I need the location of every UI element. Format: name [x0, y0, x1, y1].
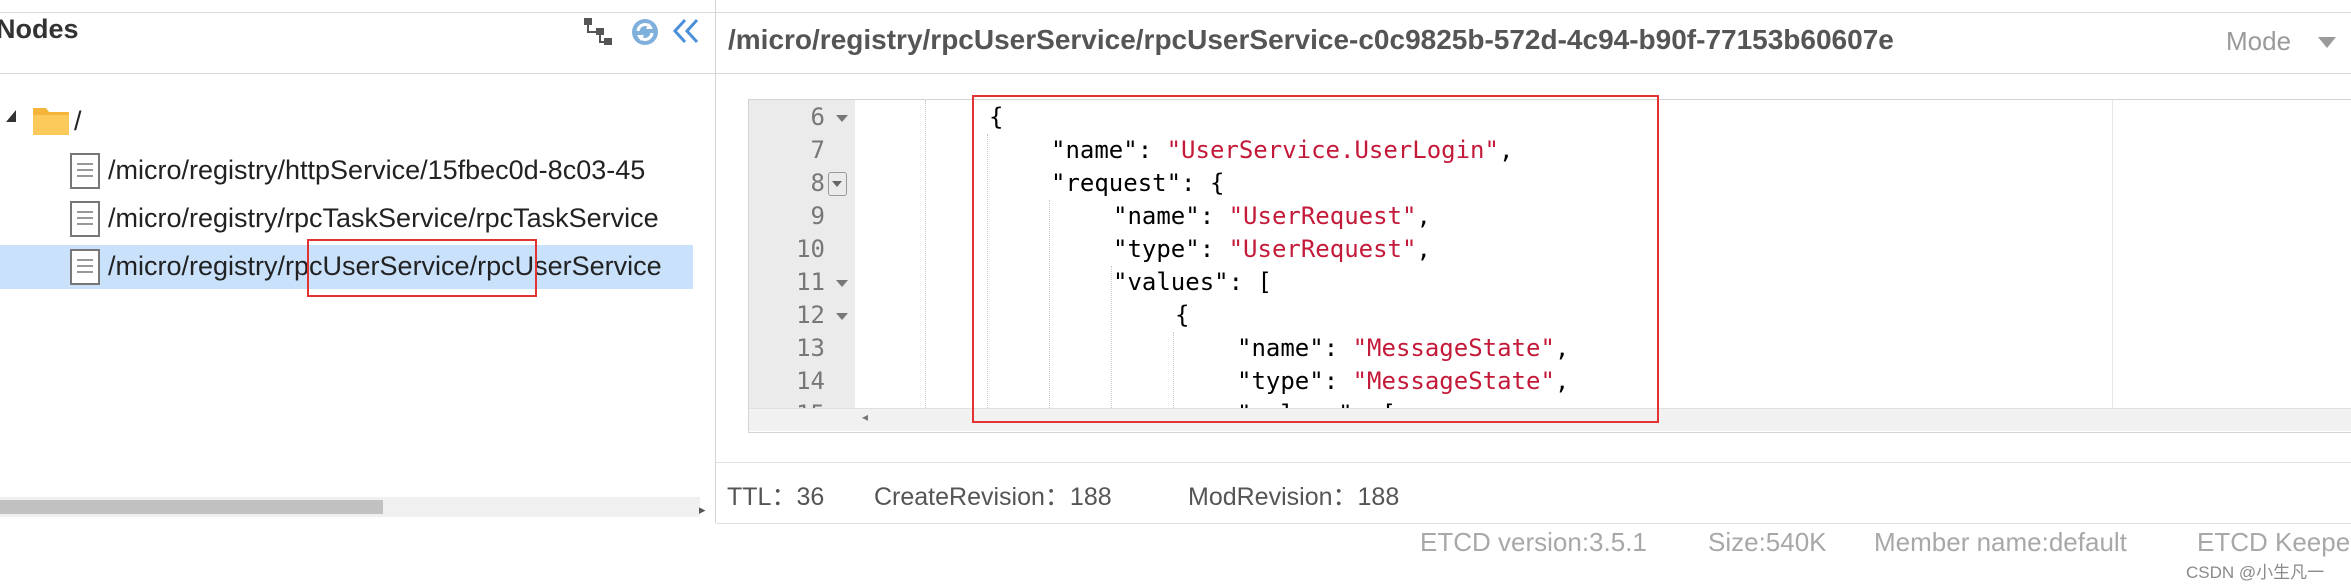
refresh-icon[interactable]: [628, 14, 662, 48]
line-number: 9: [810, 202, 825, 230]
tree-expand-toggle[interactable]: [6, 110, 16, 122]
fold-arrow-icon[interactable]: [836, 280, 848, 287]
file-icon: [70, 201, 100, 237]
mod-revision-value: ModRevision：188: [1188, 483, 1400, 511]
tree-icon[interactable]: [581, 14, 615, 48]
key-path-title: /micro/registry/rpcUserService/rpcUserSe…: [728, 24, 1894, 55]
create-revision-value: CreateRevision：188: [874, 483, 1112, 511]
line-number: 12: [796, 301, 825, 329]
fold-arrow-icon[interactable]: [836, 115, 848, 122]
collapse-icon[interactable]: [670, 14, 704, 48]
scrollbar-thumb[interactable]: [0, 500, 383, 514]
line-number: 7: [810, 136, 825, 164]
file-icon: [70, 153, 100, 189]
tree-root-label[interactable]: /: [74, 106, 82, 137]
etcd-version: ETCD version:3.5.1: [1420, 527, 1647, 557]
panel-title: Nodes: [0, 14, 79, 44]
member-name: Member name:default: [1874, 527, 2127, 557]
watermark: CSDN @小生凡一: [2186, 563, 2325, 582]
fold-toggle-icon[interactable]: [828, 172, 847, 196]
highlight-box: [972, 95, 1659, 423]
scroll-left-icon[interactable]: ◂: [862, 410, 868, 424]
line-number: 8: [810, 169, 825, 197]
ttl-value: TTL：36: [727, 483, 825, 511]
chevron-down-icon[interactable]: [2318, 37, 2336, 48]
line-number: 6: [810, 103, 825, 131]
fold-arrow-icon[interactable]: [836, 313, 848, 320]
line-number: 13: [796, 334, 825, 362]
indent-guide: [925, 100, 926, 408]
tree-item[interactable]: /micro/registry/rpcTaskService/rpcTaskSe…: [0, 197, 693, 241]
folder-icon: [32, 104, 70, 136]
highlight-box: [307, 239, 537, 297]
print-margin: [2112, 100, 2113, 408]
tree-item-label: /micro/registry/httpService/15fbec0d-8c0…: [108, 155, 646, 185]
store-size: Size:540K: [1708, 527, 1827, 557]
app-name: ETCD Keeper: [2197, 527, 2351, 557]
line-number: 11: [796, 268, 825, 296]
label-prefix: /micro/registry/: [108, 251, 286, 281]
tree-item[interactable]: /micro/registry/httpService/15fbec0d-8c0…: [0, 149, 693, 193]
file-icon: [70, 249, 100, 285]
horizontal-scrollbar[interactable]: [0, 497, 700, 517]
scroll-right-icon[interactable]: ▸: [699, 502, 706, 518]
mode-select[interactable]: Mode: [2226, 26, 2291, 57]
line-number: 10: [796, 235, 825, 263]
line-number: 14: [796, 367, 825, 395]
tree-item-label: /micro/registry/rpcTaskService/rpcTaskSe…: [108, 203, 659, 233]
